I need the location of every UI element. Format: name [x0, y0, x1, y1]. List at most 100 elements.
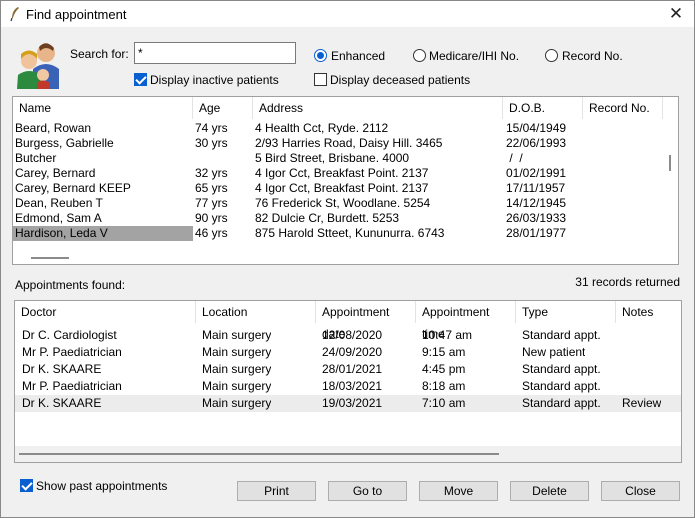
delete-button[interactable]: Delete — [510, 481, 589, 501]
move-button[interactable]: Move — [419, 481, 498, 501]
appt-location: Main surgery — [202, 328, 272, 342]
appt-location: Main surgery — [202, 362, 272, 376]
appointment-row[interactable]: Dr C. Cardiologist Main surgery 12/08/20… — [15, 328, 681, 344]
window-title: Find appointment — [26, 7, 127, 22]
patient-name: Carey, Bernard — [15, 166, 96, 180]
record-no-radio[interactable] — [545, 49, 558, 62]
appt-doctor: Mr P. Paediatrician — [22, 345, 122, 359]
col-header-dob[interactable]: D.O.B. — [503, 97, 583, 119]
appt-time: 10:47 am — [422, 328, 473, 342]
col-header-address[interactable]: Address — [253, 97, 503, 119]
patient-row[interactable]: Beard, Rowan 74 yrs 4 Health Cct, Ryde. … — [13, 121, 678, 136]
patient-dob: 22/06/1993 — [506, 136, 567, 150]
patient-address: 5 Bird Street, Brisbane. 4000 — [255, 151, 410, 165]
print-button[interactable]: Print — [237, 481, 316, 501]
patient-age: 46 yrs — [195, 226, 228, 240]
patient-name: Burgess, Gabrielle — [15, 136, 114, 150]
col-header-location[interactable]: Location — [196, 301, 316, 323]
patient-age: 77 yrs — [195, 196, 228, 210]
patient-row[interactable]: Edmond, Sam A 90 yrs 82 Dulcie Cr, Burde… — [13, 211, 678, 226]
appointment-row[interactable]: Mr P. Paediatrician Main surgery 24/09/2… — [15, 345, 681, 361]
appt-location: Main surgery — [202, 396, 272, 410]
patient-row[interactable]: Carey, Bernard 32 yrs 4 Igor Cct, Breakf… — [13, 166, 678, 181]
go-to-button[interactable]: Go to — [328, 481, 407, 501]
patient-address: 2/93 Harries Road, Daisy Hill. 3465 — [255, 136, 443, 150]
appt-date: 24/09/2020 — [322, 345, 383, 359]
patients-avatar-icon — [17, 43, 59, 89]
appt-location: Main surgery — [202, 379, 272, 393]
find-appointment-window: Find appointment ✕ Search for: * Enhance… — [0, 0, 695, 518]
patient-dob: 26/03/1933 — [506, 211, 567, 225]
patient-age: 90 yrs — [195, 211, 228, 225]
patient-name: Dean, Reuben T — [15, 196, 103, 210]
patient-name: Beard, Rowan — [15, 121, 92, 135]
display-inactive-checkbox[interactable] — [134, 73, 147, 86]
patient-dob: 14/12/1945 — [506, 196, 567, 210]
appt-date: 12/08/2020 — [322, 328, 383, 342]
appt-time: 4:45 pm — [422, 362, 466, 376]
patient-row[interactable]: Dean, Reuben T 77 yrs 76 Frederick St, W… — [13, 196, 678, 211]
appt-time: 7:10 am — [422, 396, 466, 410]
close-button[interactable]: Close — [601, 481, 680, 501]
appt-doctor: Dr K. SKAARE — [22, 362, 102, 376]
patient-dob: 15/04/1949 — [506, 121, 567, 135]
patients-horizontal-scrollbar[interactable] — [31, 257, 69, 259]
col-header-name[interactable]: Name — [13, 97, 193, 119]
appointment-row-selected[interactable]: Dr K. SKAARE Main surgery 19/03/2021 7:1… — [15, 395, 681, 412]
patient-address: 4 Igor Cct, Breakfast Point. 2137 — [255, 181, 429, 195]
col-header-appt-time[interactable]: Appointment time — [416, 301, 516, 341]
patients-grid: Name Age Address D.O.B. Record No. Beard… — [12, 96, 679, 265]
patient-address: 4 Igor Cct, Breakfast Point. 2137 — [255, 166, 429, 180]
patient-dob: 01/02/1991 — [506, 166, 567, 180]
appt-location: Main surgery — [202, 345, 272, 359]
close-window-icon[interactable]: ✕ — [658, 1, 694, 27]
appointments-horizontal-scrollbar[interactable] — [19, 453, 499, 455]
search-label: Search for: — [70, 47, 129, 61]
appt-doctor: Mr P. Paediatrician — [22, 379, 122, 393]
patient-row[interactable]: Carey, Bernard KEEP 65 yrs 4 Igor Cct, B… — [13, 181, 678, 196]
appt-date: 19/03/2021 — [322, 396, 383, 410]
patient-name: Carey, Bernard KEEP — [15, 181, 131, 195]
col-header-record-no[interactable]: Record No. — [583, 97, 663, 119]
patient-dob: 17/11/1957 — [506, 181, 566, 195]
appt-time: 9:15 am — [422, 345, 466, 359]
medicare-label: Medicare/IHI No. — [429, 49, 520, 63]
patient-address: 82 Dulcie Cr, Burdett. 5253 — [255, 211, 400, 225]
appointment-row[interactable]: Mr P. Paediatrician Main surgery 18/03/2… — [15, 379, 681, 395]
display-inactive-label: Display inactive patients — [150, 73, 279, 87]
patient-row[interactable]: Burgess, Gabrielle 30 yrs 2/93 Harries R… — [13, 136, 678, 151]
search-input[interactable]: * — [134, 42, 296, 64]
patient-name: Butcher — [15, 151, 57, 165]
patient-address: 4 Health Cct, Ryde. 2112 — [255, 121, 389, 135]
patients-vertical-scrollbar[interactable] — [669, 155, 671, 171]
patient-dob: 28/01/1977 — [506, 226, 567, 240]
appt-date: 18/03/2021 — [322, 379, 383, 393]
appt-date: 28/01/2021 — [322, 362, 383, 376]
display-deceased-checkbox[interactable] — [314, 73, 327, 86]
appt-time: 8:18 am — [422, 379, 466, 393]
enhanced-label: Enhanced — [331, 49, 386, 63]
patient-name: Hardison, Leda V — [13, 226, 193, 241]
patient-row-selected[interactable]: Hardison, Leda V 46 yrs 875 Harold Sttee… — [13, 226, 678, 241]
appt-type: Standard appt. — [522, 396, 601, 410]
patient-age: 65 yrs — [195, 181, 228, 195]
appointment-row[interactable]: Dr K. SKAARE Main surgery 28/01/2021 4:4… — [15, 362, 681, 378]
col-header-notes[interactable]: Notes — [616, 301, 681, 323]
col-header-age[interactable]: Age — [193, 97, 253, 119]
patient-age: 32 yrs — [195, 166, 228, 180]
patient-address: 76 Frederick St, Woodlane. 5254 — [255, 196, 431, 210]
patient-age: 74 yrs — [195, 121, 228, 135]
appt-type: Standard appt. — [522, 362, 601, 376]
show-past-checkbox[interactable] — [20, 479, 33, 492]
col-header-type[interactable]: Type — [516, 301, 616, 323]
col-header-doctor[interactable]: Doctor — [15, 301, 196, 323]
patient-dob: / / — [506, 151, 523, 165]
patient-row[interactable]: Butcher 5 Bird Street, Brisbane. 4000 / … — [13, 151, 678, 166]
medicare-radio[interactable] — [413, 49, 426, 62]
record-no-label: Record No. — [562, 49, 623, 63]
enhanced-radio[interactable] — [314, 49, 327, 62]
col-header-appt-date[interactable]: Appointment date — [316, 301, 416, 341]
appt-type: New patient — [522, 345, 586, 359]
show-past-label: Show past appointments — [36, 479, 168, 493]
patient-address: 875 Harold Stteet, Kununurra. 6743 — [255, 226, 445, 240]
